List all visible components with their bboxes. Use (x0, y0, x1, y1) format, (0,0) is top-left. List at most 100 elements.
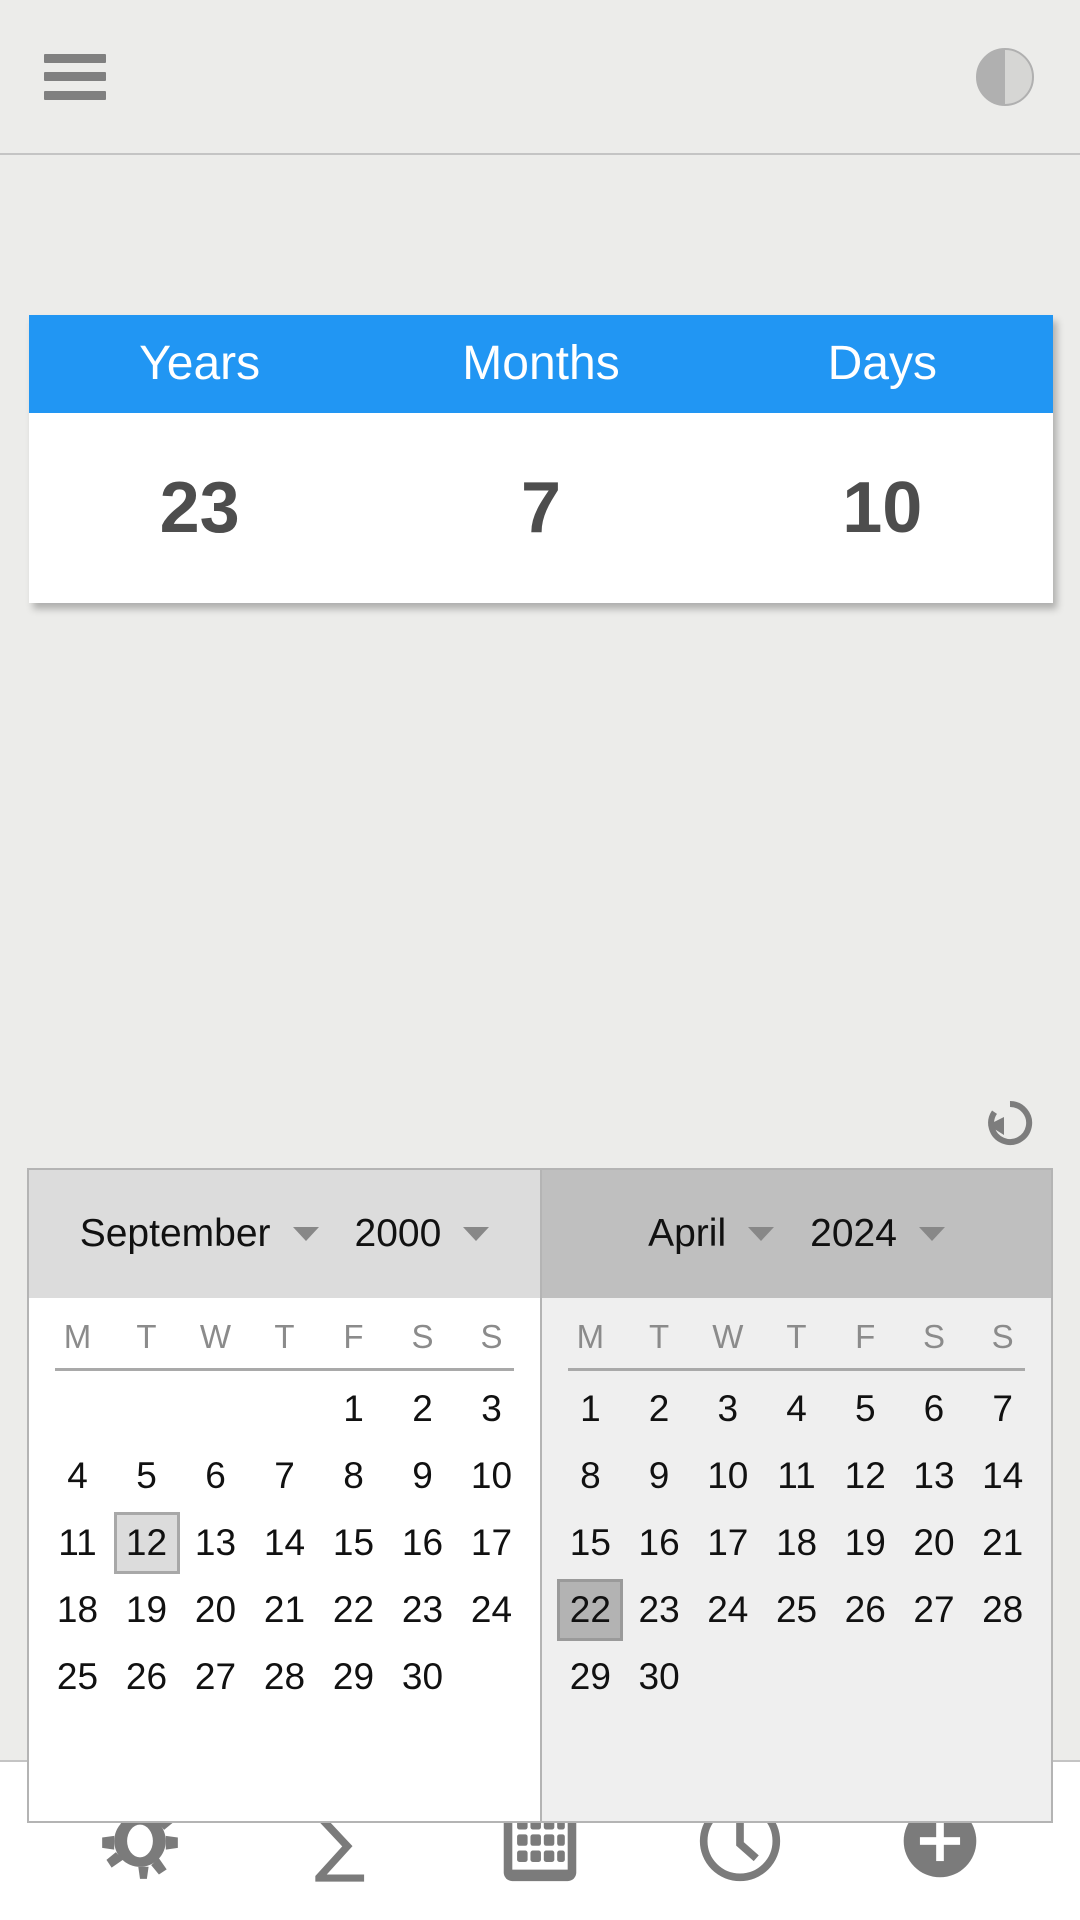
calendar-day-cell[interactable]: 23 (625, 1576, 694, 1643)
calendar-day-empty (831, 1643, 900, 1710)
calendar-day-cell[interactable]: 20 (900, 1509, 969, 1576)
calendar-day-cell[interactable]: 18 (762, 1509, 831, 1576)
calendar-day-cell[interactable]: 26 (831, 1576, 900, 1643)
calendar-day-cell[interactable]: 1 (556, 1375, 625, 1442)
calendar-day-cell[interactable]: 17 (693, 1509, 762, 1576)
calendar-day-cell[interactable]: 28 (968, 1576, 1037, 1643)
calendar-day-number: 18 (56, 1588, 99, 1630)
calendar-day-cell[interactable]: 12 (831, 1442, 900, 1509)
calendar-day-cell[interactable]: 30 (388, 1643, 457, 1710)
calendar-day-number: 2 (648, 1387, 670, 1429)
calendar-end-weekday-row: M T W T F S S (556, 1298, 1037, 1360)
calendar-day-number: 13 (194, 1521, 237, 1563)
calendar-day-cell[interactable]: 16 (388, 1509, 457, 1576)
calendar-day-cell[interactable]: 2 (388, 1375, 457, 1442)
calendar-day-cell[interactable]: 24 (457, 1576, 526, 1643)
calendar-day-cell[interactable]: 9 (388, 1442, 457, 1509)
app-root: Years Months Days 23 7 10 September 2000… (0, 0, 1080, 1920)
calendar-day-empty (762, 1643, 831, 1710)
hamburger-menu-icon[interactable] (44, 53, 106, 100)
calendar-day-number: 18 (775, 1521, 818, 1563)
calendar-day-number: 16 (401, 1521, 444, 1563)
duration-result-header: Years Months Days (29, 315, 1053, 413)
calendar-day-number: 19 (125, 1588, 168, 1630)
calendar-day-cell[interactable]: 7 (250, 1442, 319, 1509)
calendar-day-cell[interactable]: 20 (181, 1576, 250, 1643)
calendar-day-cell[interactable]: 22 (319, 1576, 388, 1643)
calendar-day-number: 27 (194, 1655, 237, 1697)
calendar-day-cell[interactable]: 29 (556, 1643, 625, 1710)
calendar-end-year-select[interactable]: 2024 (810, 1212, 945, 1256)
calendar-end-month-select[interactable]: April (648, 1212, 775, 1256)
calendar-day-cell[interactable]: 16 (625, 1509, 694, 1576)
calendar-day-cell[interactable]: 23 (388, 1576, 457, 1643)
calendar-day-cell[interactable]: 14 (250, 1509, 319, 1576)
calendar-day-cell[interactable]: 11 (43, 1509, 112, 1576)
calendar-day-cell[interactable]: 9 (625, 1442, 694, 1509)
contrast-theme-icon[interactable] (976, 47, 1034, 106)
calendar-day-cell[interactable]: 4 (762, 1375, 831, 1442)
calendar-day-cell[interactable]: 11 (762, 1442, 831, 1509)
refresh-reset-icon[interactable] (982, 1095, 1038, 1151)
calendar-day-cell[interactable]: 25 (43, 1643, 112, 1710)
calendar-day-number: 28 (263, 1655, 306, 1697)
calendar-day-cell[interactable]: 28 (250, 1643, 319, 1710)
calendar-day-number: 26 (844, 1588, 886, 1630)
weekday-label: T (648, 1318, 670, 1355)
calendar-day-number: 5 (136, 1454, 157, 1496)
calendar-day-number: 4 (67, 1454, 88, 1496)
calendar-day-cell[interactable]: 27 (900, 1576, 969, 1643)
calendar-day-cell[interactable]: 15 (556, 1509, 625, 1576)
calendar-day-cell[interactable]: 21 (968, 1509, 1037, 1576)
calendar-day-number: 17 (470, 1521, 513, 1563)
calendar-day-cell[interactable]: 2 (625, 1375, 694, 1442)
calendar-day-cell[interactable]: 27 (181, 1643, 250, 1710)
calendar-day-cell[interactable]: 19 (831, 1509, 900, 1576)
calendar-day-empty (693, 1643, 762, 1710)
calendar-start-year-select[interactable]: 2000 (355, 1212, 490, 1256)
calendar-day-cell[interactable]: 4 (43, 1442, 112, 1509)
calendar-start-month-label: September (79, 1212, 271, 1255)
calendar-day-cell[interactable]: 21 (250, 1576, 319, 1643)
calendar-day-number: 25 (775, 1588, 818, 1630)
calendar-day-cell[interactable]: 12 (112, 1509, 181, 1576)
calendar-week-row: 8 9 10 11 12 13 14 (556, 1442, 1037, 1509)
calendar-day-cell[interactable]: 17 (457, 1509, 526, 1576)
calendar-day-cell[interactable]: 10 (693, 1442, 762, 1509)
calendar-day-number: 21 (982, 1521, 1024, 1563)
calendar-day-number: 10 (707, 1454, 749, 1496)
weekday-label: F (343, 1318, 364, 1355)
calendar-day-cell[interactable]: 24 (693, 1576, 762, 1643)
calendar-week-row: 4 5 6 7 8 9 10 (43, 1442, 526, 1509)
calendar-day-number: 9 (648, 1454, 670, 1496)
calendar-day-number: 8 (580, 1454, 601, 1496)
calendar-day-cell[interactable]: 26 (112, 1643, 181, 1710)
calendar-day-cell[interactable]: 8 (556, 1442, 625, 1509)
calendar-day-cell[interactable]: 13 (900, 1442, 969, 1509)
calendar-day-cell[interactable]: 13 (181, 1509, 250, 1576)
calendar-day-cell[interactable]: 3 (457, 1375, 526, 1442)
calendar-day-cell[interactable]: 30 (625, 1643, 694, 1710)
calendar-day-number: 1 (580, 1387, 601, 1429)
calendar-day-cell[interactable]: 8 (319, 1442, 388, 1509)
calendar-day-cell[interactable]: 7 (968, 1375, 1037, 1442)
calendar-day-cell[interactable]: 5 (112, 1442, 181, 1509)
calendar-day-cell[interactable]: 14 (968, 1442, 1037, 1509)
calendar-day-number: 30 (638, 1655, 680, 1697)
result-header-months: Months (462, 337, 620, 390)
calendar-day-cell[interactable]: 10 (457, 1442, 526, 1509)
calendar-day-cell[interactable]: 6 (181, 1442, 250, 1509)
calendar-day-cell[interactable]: 1 (319, 1375, 388, 1442)
calendar-day-number: 11 (58, 1521, 97, 1563)
calendar-day-cell[interactable]: 22 (556, 1576, 625, 1643)
calendar-day-cell[interactable]: 3 (693, 1375, 762, 1442)
calendar-day-cell[interactable]: 19 (112, 1576, 181, 1643)
calendar-day-cell[interactable]: 18 (43, 1576, 112, 1643)
calendar-day-cell[interactable]: 29 (319, 1643, 388, 1710)
calendar-day-cell[interactable]: 15 (319, 1509, 388, 1576)
calendar-day-cell[interactable]: 6 (900, 1375, 969, 1442)
calendar-day-cell[interactable]: 25 (762, 1576, 831, 1643)
calendar-day-cell[interactable]: 5 (831, 1375, 900, 1442)
calendar-week-row: 29 30 (556, 1643, 1037, 1710)
calendar-start-month-select[interactable]: September (80, 1212, 319, 1256)
